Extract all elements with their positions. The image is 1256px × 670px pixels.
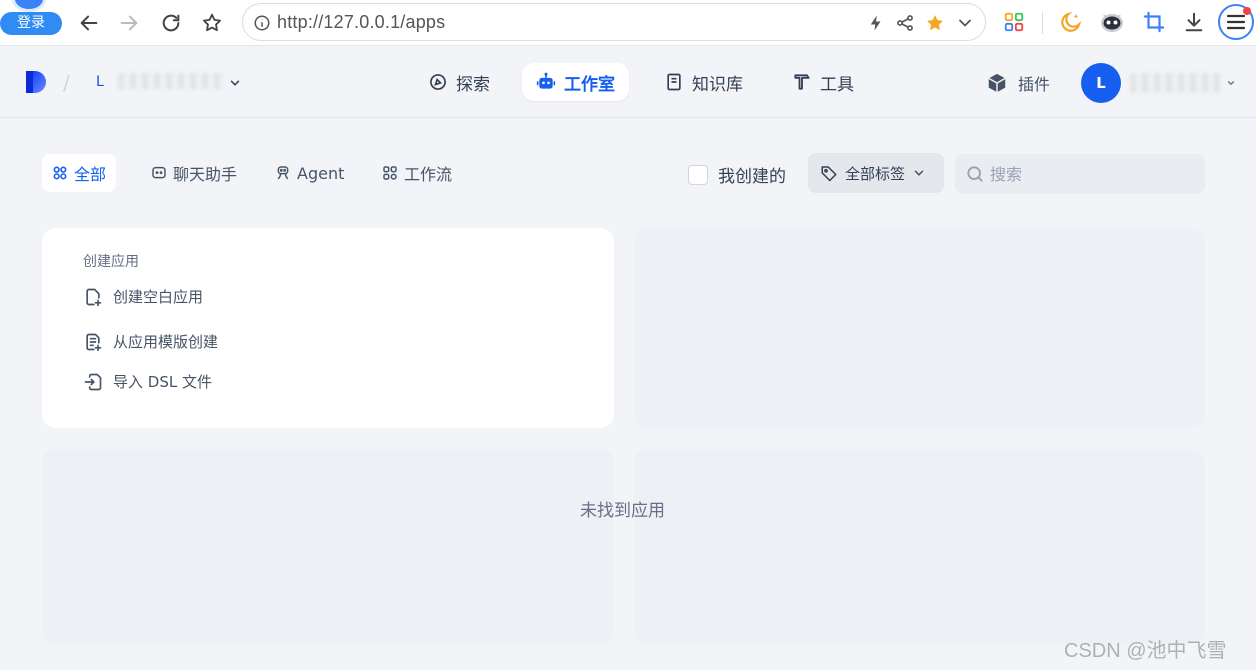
reload-button[interactable] (156, 8, 186, 38)
nav-explore[interactable]: 探索 (414, 63, 504, 101)
hammer-icon (794, 74, 810, 90)
crop-icon[interactable] (1141, 9, 1167, 35)
workflow-icon (383, 166, 397, 180)
file-template-icon (86, 333, 102, 351)
created-by-me-filter[interactable]: 我创建的 (688, 162, 786, 187)
grid-icon (53, 166, 67, 180)
chevron-down-icon[interactable] (228, 76, 242, 90)
arrow-right-icon (120, 15, 138, 31)
dify-logo-icon[interactable] (24, 69, 50, 95)
chevron-down-icon[interactable] (1226, 78, 1236, 88)
search-icon (967, 166, 983, 182)
filter-tab-workflow[interactable]: 工作流 (372, 154, 462, 192)
forward-button[interactable] (114, 8, 144, 38)
chat-bubble-icon (152, 166, 166, 179)
arrow-left-icon (80, 15, 98, 31)
bookmark-button[interactable] (197, 8, 227, 38)
placeholder-card (634, 228, 1205, 428)
search-input[interactable] (990, 164, 1190, 184)
browser-login-badge[interactable]: 登录 (0, 0, 62, 36)
placeholder-card (634, 449, 1205, 644)
agent-icon (277, 166, 289, 180)
chevron-down-icon[interactable] (955, 13, 975, 33)
app-header: / L 探索 工作室 知识库 工具 插件 L (0, 47, 1256, 118)
robot-icon (536, 72, 556, 89)
header-separator: / (63, 71, 70, 95)
book-icon (667, 73, 681, 91)
create-from-template[interactable]: 从应用模版创建 (83, 331, 218, 352)
info-icon[interactable] (253, 14, 271, 32)
tag-filter-select[interactable]: 全部标签 (808, 153, 944, 193)
address-bar[interactable]: http://127.0.0.1/apps (242, 3, 986, 41)
tag-icon (821, 166, 837, 182)
chevron-down-icon (914, 170, 924, 176)
create-app-title: 创建应用 (83, 254, 139, 270)
star-filled-icon[interactable] (925, 13, 945, 33)
workspace-name-redacted[interactable] (118, 73, 224, 89)
login-label: 登录 (0, 12, 62, 35)
create-app-card: 创建应用 创建空白应用 从应用模版创建 导入 DSL 文件 (42, 228, 614, 428)
create-blank-app[interactable]: 创建空白应用 (83, 286, 203, 307)
filter-tab-all[interactable]: 全部 (42, 154, 117, 192)
cube-icon (988, 73, 1006, 93)
star-outline-icon (203, 13, 221, 32)
apps-grid-icon[interactable] (1001, 9, 1027, 35)
back-button[interactable] (74, 8, 104, 38)
file-import-icon (84, 373, 102, 390)
file-plus-icon (86, 288, 102, 306)
browser-toolbar: 登录 http://127.0.0.1/apps (0, 0, 1256, 46)
url-text: http://127.0.0.1/apps (277, 12, 446, 32)
browser-logo-icon (12, 0, 46, 12)
watermark: CSDN @池中飞雪 (1064, 640, 1227, 662)
nav-studio[interactable]: 工作室 (522, 63, 629, 101)
browser-menu-button[interactable] (1217, 3, 1255, 41)
moon-icon[interactable] (1058, 9, 1084, 35)
workspace-initial[interactable]: L (96, 74, 104, 90)
download-icon[interactable] (1181, 9, 1207, 35)
toolbar-divider (1042, 12, 1043, 34)
menu-icon (1218, 4, 1254, 40)
placeholder-card (42, 449, 614, 644)
created-by-me-checkbox[interactable] (688, 164, 708, 185)
user-name-redacted[interactable] (1130, 73, 1222, 93)
robot-extension-icon[interactable] (1099, 9, 1125, 35)
import-dsl-file[interactable]: 导入 DSL 文件 (83, 371, 212, 392)
compass-icon (430, 74, 446, 90)
nav-knowledge[interactable]: 知识库 (650, 63, 757, 101)
share-icon[interactable] (895, 13, 915, 33)
empty-state-message: 未找到应用 (580, 501, 665, 521)
lightning-icon[interactable] (867, 13, 885, 33)
reload-icon (162, 14, 180, 32)
filter-tab-agent[interactable]: Agent (265, 154, 354, 192)
nav-tools[interactable]: 工具 (778, 63, 868, 101)
user-avatar[interactable]: L (1081, 63, 1121, 103)
plugin-button[interactable]: 插件 (986, 71, 1050, 95)
filter-tab-chat[interactable]: 聊天助手 (141, 154, 247, 192)
search-box[interactable] (955, 154, 1205, 194)
